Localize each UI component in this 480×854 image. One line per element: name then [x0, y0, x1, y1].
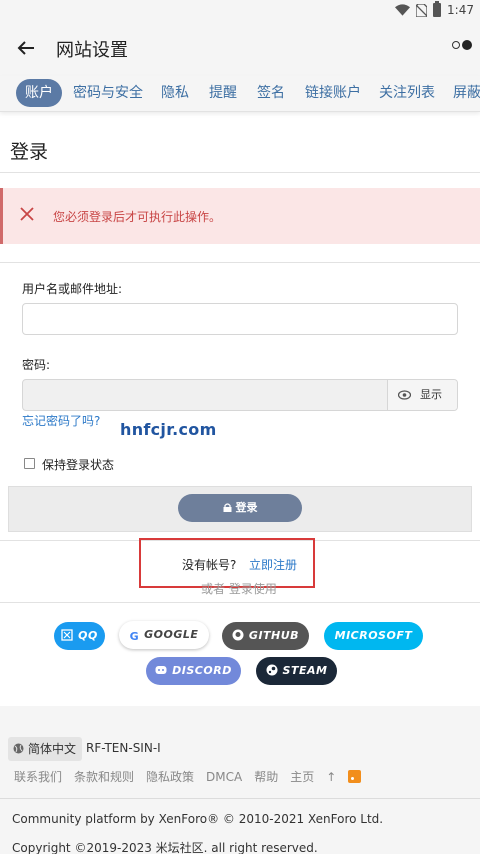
tab-password-security[interactable]: 密码与安全	[73, 79, 143, 107]
footer-link-top[interactable]: ↑	[326, 770, 336, 784]
password-input[interactable]: 显示	[22, 379, 458, 411]
tab-following[interactable]: 关注列表	[379, 79, 435, 107]
github-icon	[232, 629, 244, 641]
language-label: 简体中文	[28, 742, 77, 756]
wifi-icon	[395, 4, 411, 16]
footer-link-privacy[interactable]: 隐私政策	[146, 768, 194, 785]
login-button-label: 登录	[235, 501, 258, 514]
remember-me-checkbox[interactable]	[24, 458, 35, 469]
app-bar: 网站设置	[0, 24, 480, 76]
style-chooser[interactable]: RF-TEN-SIN-I	[86, 741, 161, 755]
back-arrow-icon[interactable]	[14, 36, 38, 60]
footer-link-contact[interactable]: 联系我们	[14, 768, 62, 785]
google-icon: G	[129, 630, 140, 643]
divider	[0, 172, 480, 173]
status-time: 1:47	[447, 3, 474, 17]
remember-me-label: 保持登录状态	[42, 458, 115, 472]
tab-alerts[interactable]: 提醒	[209, 79, 237, 107]
footer-links: 联系我们 条款和规则 隐私政策 DMCA 帮助 主页 ↑	[14, 768, 362, 785]
qq-label: QQ	[78, 629, 98, 642]
qq-icon	[61, 629, 73, 641]
footer-link-dmca[interactable]: DMCA	[206, 770, 242, 784]
tab-privacy[interactable]: 隐私	[161, 79, 189, 107]
app-title: 网站设置	[56, 40, 128, 61]
error-notice: 您必须登录后才可执行此操作。	[0, 188, 480, 244]
tab-ignoring[interactable]: 屏蔽	[453, 79, 480, 107]
qq-login-button[interactable]: QQ	[54, 622, 105, 650]
microsoft-label: MICROSOFT	[334, 629, 413, 642]
show-password-button[interactable]: 显示	[387, 380, 457, 410]
github-label: GITHUB	[248, 629, 300, 642]
globe-icon	[13, 743, 24, 754]
divider	[0, 602, 480, 603]
copyright-site: Copyright ©2019-2023 米坛社区. all right res…	[12, 841, 318, 854]
footer-link-home[interactable]: 主页	[290, 768, 314, 785]
steam-label: STEAM	[282, 664, 328, 677]
discord-icon	[155, 666, 167, 674]
discord-label: DISCORD	[172, 664, 232, 677]
rss-icon[interactable]	[348, 770, 362, 783]
forgot-password-link[interactable]: 忘记密码了吗?	[22, 412, 100, 429]
divider	[0, 262, 480, 263]
more-options-icon[interactable]	[452, 40, 472, 50]
tab-signature[interactable]: 签名	[257, 79, 285, 107]
register-link[interactable]: 立即注册	[249, 556, 297, 573]
battery-icon	[433, 1, 442, 17]
google-login-button[interactable]: G GOOGLE	[119, 621, 209, 649]
microsoft-login-button[interactable]: MICROSOFT	[324, 622, 423, 650]
language-chooser[interactable]: 简体中文	[8, 737, 83, 761]
page-title: 登录	[10, 141, 49, 163]
github-login-button[interactable]: GITHUB	[222, 622, 309, 650]
no-sim-icon	[416, 3, 428, 17]
login-button[interactable]: 登录	[178, 494, 302, 522]
tab-connected-accounts[interactable]: 链接账户	[305, 79, 361, 107]
show-password-label: 显示	[420, 388, 442, 401]
username-input[interactable]	[22, 303, 458, 335]
footer-link-terms[interactable]: 条款和规则	[74, 768, 134, 785]
google-label: GOOGLE	[144, 628, 199, 641]
status-bar: 1:47	[0, 0, 480, 24]
footer-link-help[interactable]: 帮助	[254, 768, 278, 785]
settings-tabs: 账户 密码与安全 隐私 提醒 签名 链接账户 关注列表 屏蔽	[0, 76, 480, 112]
register-question: 没有帐号?	[182, 558, 237, 572]
password-label: 密码:	[22, 358, 51, 372]
copyright-platform: Community platform by XenForo® © 2010-20…	[12, 812, 384, 826]
or-login-with: 或者 登录使用	[201, 582, 277, 596]
divider	[0, 798, 480, 799]
eye-icon	[398, 390, 411, 400]
error-message: 您必须登录后才可执行此操作。	[53, 210, 222, 224]
username-label: 用户名或邮件地址:	[22, 282, 123, 296]
steam-icon	[266, 664, 278, 676]
close-x-icon	[20, 207, 34, 221]
discord-login-button[interactable]: DISCORD	[146, 657, 241, 685]
watermark: hnfcjr.com	[120, 420, 217, 439]
lock-icon	[223, 503, 231, 512]
steam-login-button[interactable]: STEAM	[256, 657, 337, 685]
tab-account[interactable]: 账户	[16, 79, 62, 107]
